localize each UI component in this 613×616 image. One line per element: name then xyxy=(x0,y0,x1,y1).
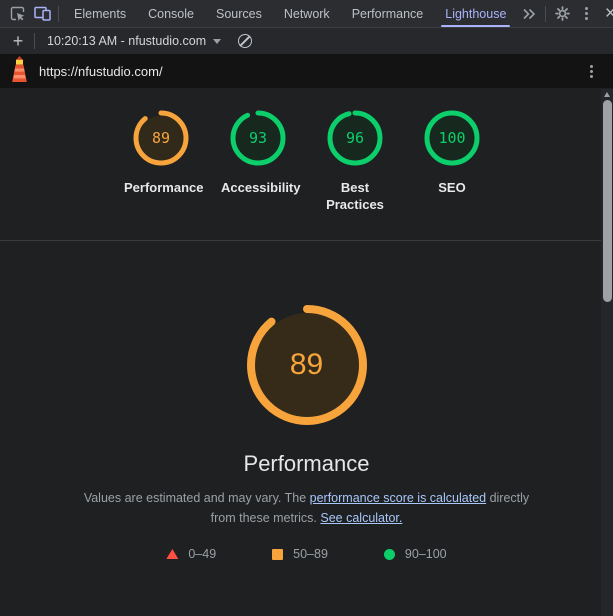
gauge-label: Performance xyxy=(124,179,198,196)
score-disclaimer: Values are estimated and may vary. The p… xyxy=(84,488,530,528)
score-calc-link[interactable]: performance score is calculated xyxy=(310,491,486,505)
gear-icon[interactable] xyxy=(550,2,574,26)
score-summary: 89 Performance 93 Accessibility 96 xyxy=(0,89,613,241)
more-tabs-icon[interactable] xyxy=(517,2,541,26)
close-icon[interactable]: × xyxy=(598,2,613,26)
report-url-link[interactable]: https://nfustudio.com/ xyxy=(39,64,579,79)
gauge-label: Accessibility xyxy=(221,179,295,196)
tab-lighthouse[interactable]: Lighthouse xyxy=(434,0,517,27)
report-body: 89 Performance 93 Accessibility 96 xyxy=(0,89,613,616)
tab-console[interactable]: Console xyxy=(137,0,205,27)
scroll-up-arrow-icon[interactable] xyxy=(604,92,610,97)
tab-elements[interactable]: Elements xyxy=(63,0,137,27)
gauge-performance[interactable]: 89 xyxy=(133,110,189,166)
legend-label: 90–100 xyxy=(405,547,447,561)
legend-pass: 90–100 xyxy=(384,547,447,561)
legend-label: 50–89 xyxy=(293,547,328,561)
kebab-menu-icon[interactable] xyxy=(579,60,603,84)
legend-label: 0–49 xyxy=(188,547,216,561)
scrollbar-thumb[interactable] xyxy=(603,100,612,302)
see-calculator-link[interactable]: See calculator. xyxy=(320,511,402,525)
gauge-accessibility[interactable]: 93 xyxy=(230,110,286,166)
kebab-menu-icon[interactable] xyxy=(574,2,598,26)
performance-gauge-large[interactable]: 89 xyxy=(245,303,369,427)
toolbar-separator xyxy=(58,6,59,22)
section-title: Performance xyxy=(0,451,613,477)
average-square-icon xyxy=(272,549,283,560)
tab-sources[interactable]: Sources xyxy=(205,0,273,27)
report-selector-dropdown[interactable]: 10:20:13 AM - nfustudio.com xyxy=(39,34,229,48)
gauge-label: Best Practices xyxy=(318,179,392,213)
disclaimer-text: Values are estimated and may vary. The xyxy=(84,491,310,505)
caret-down-icon xyxy=(213,39,221,44)
gauge-label: SEO xyxy=(438,179,465,196)
summary-gauge-accessibility: 93 Accessibility xyxy=(210,110,307,240)
toolbar-separator xyxy=(545,6,546,22)
summary-gauge-best-practices: 96 Best Practices xyxy=(307,110,404,240)
gauge-best-practices[interactable]: 96 xyxy=(327,110,383,166)
summary-gauge-seo: 100 SEO xyxy=(404,110,501,240)
new-report-icon[interactable]: + xyxy=(6,29,30,53)
tab-network[interactable]: Network xyxy=(273,0,341,27)
pass-circle-icon xyxy=(384,549,395,560)
report-selector-label: 10:20:13 AM - nfustudio.com xyxy=(47,34,206,48)
legend-fail: 0–49 xyxy=(166,547,216,561)
fail-triangle-icon xyxy=(166,549,178,559)
inspect-cursor-icon[interactable] xyxy=(6,2,30,26)
score-value: 100 xyxy=(424,110,480,166)
vertical-scrollbar[interactable] xyxy=(601,89,613,616)
tab-performance[interactable]: Performance xyxy=(341,0,435,27)
legend-average: 50–89 xyxy=(272,547,328,561)
report-header: https://nfustudio.com/ xyxy=(0,55,613,88)
lighthouse-icon xyxy=(10,56,29,87)
score-value: 96 xyxy=(327,110,383,166)
device-toolbar-icon[interactable] xyxy=(30,2,54,26)
score-value: 89 xyxy=(245,303,369,427)
score-value: 93 xyxy=(230,110,286,166)
clear-reports-icon[interactable] xyxy=(233,29,257,53)
score-legend: 0–49 50–89 90–100 xyxy=(0,547,613,561)
gauge-seo[interactable]: 100 xyxy=(424,110,480,166)
devtools-tab-bar: Elements Console Sources Network Perform… xyxy=(0,0,613,28)
score-value: 89 xyxy=(133,110,189,166)
lighthouse-toolbar: + 10:20:13 AM - nfustudio.com xyxy=(0,28,613,55)
summary-gauge-performance: 89 Performance xyxy=(113,110,210,240)
toolbar-separator xyxy=(34,33,35,49)
